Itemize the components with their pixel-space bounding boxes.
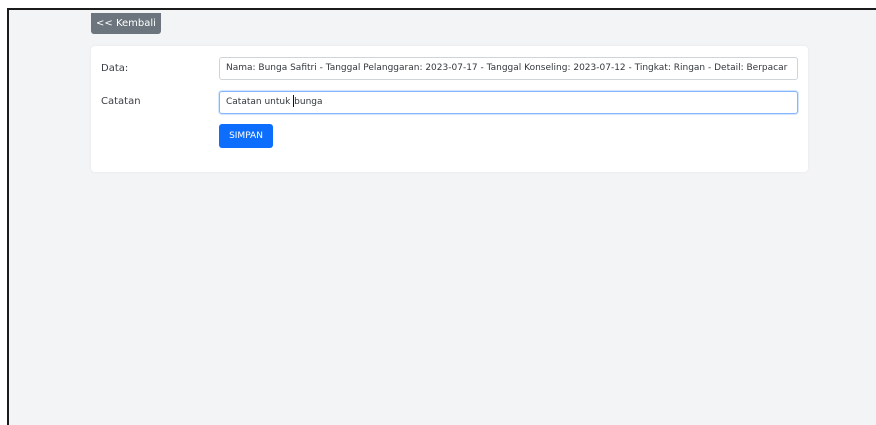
data-field[interactable]: Nama: Bunga Safitri - Tanggal Pelanggara… (219, 57, 798, 80)
notes-input[interactable]: Catatan untuk bunga (219, 91, 798, 114)
notes-input-text-after-caret: bunga (294, 97, 323, 107)
data-field-value: Nama: Bunga Safitri - Tanggal Pelanggara… (226, 63, 788, 73)
app-frame: << Kembali Data: Nama: Bunga Safitri - T… (7, 8, 876, 425)
form-card: Data: Nama: Bunga Safitri - Tanggal Pela… (91, 46, 808, 172)
notes-label: Catatan (101, 96, 141, 107)
back-button[interactable]: << Kembali (91, 13, 161, 34)
notes-input-text-before-caret: Catatan untuk (226, 97, 294, 107)
save-button[interactable]: SIMPAN (219, 124, 273, 148)
data-label: Data: (101, 63, 129, 74)
